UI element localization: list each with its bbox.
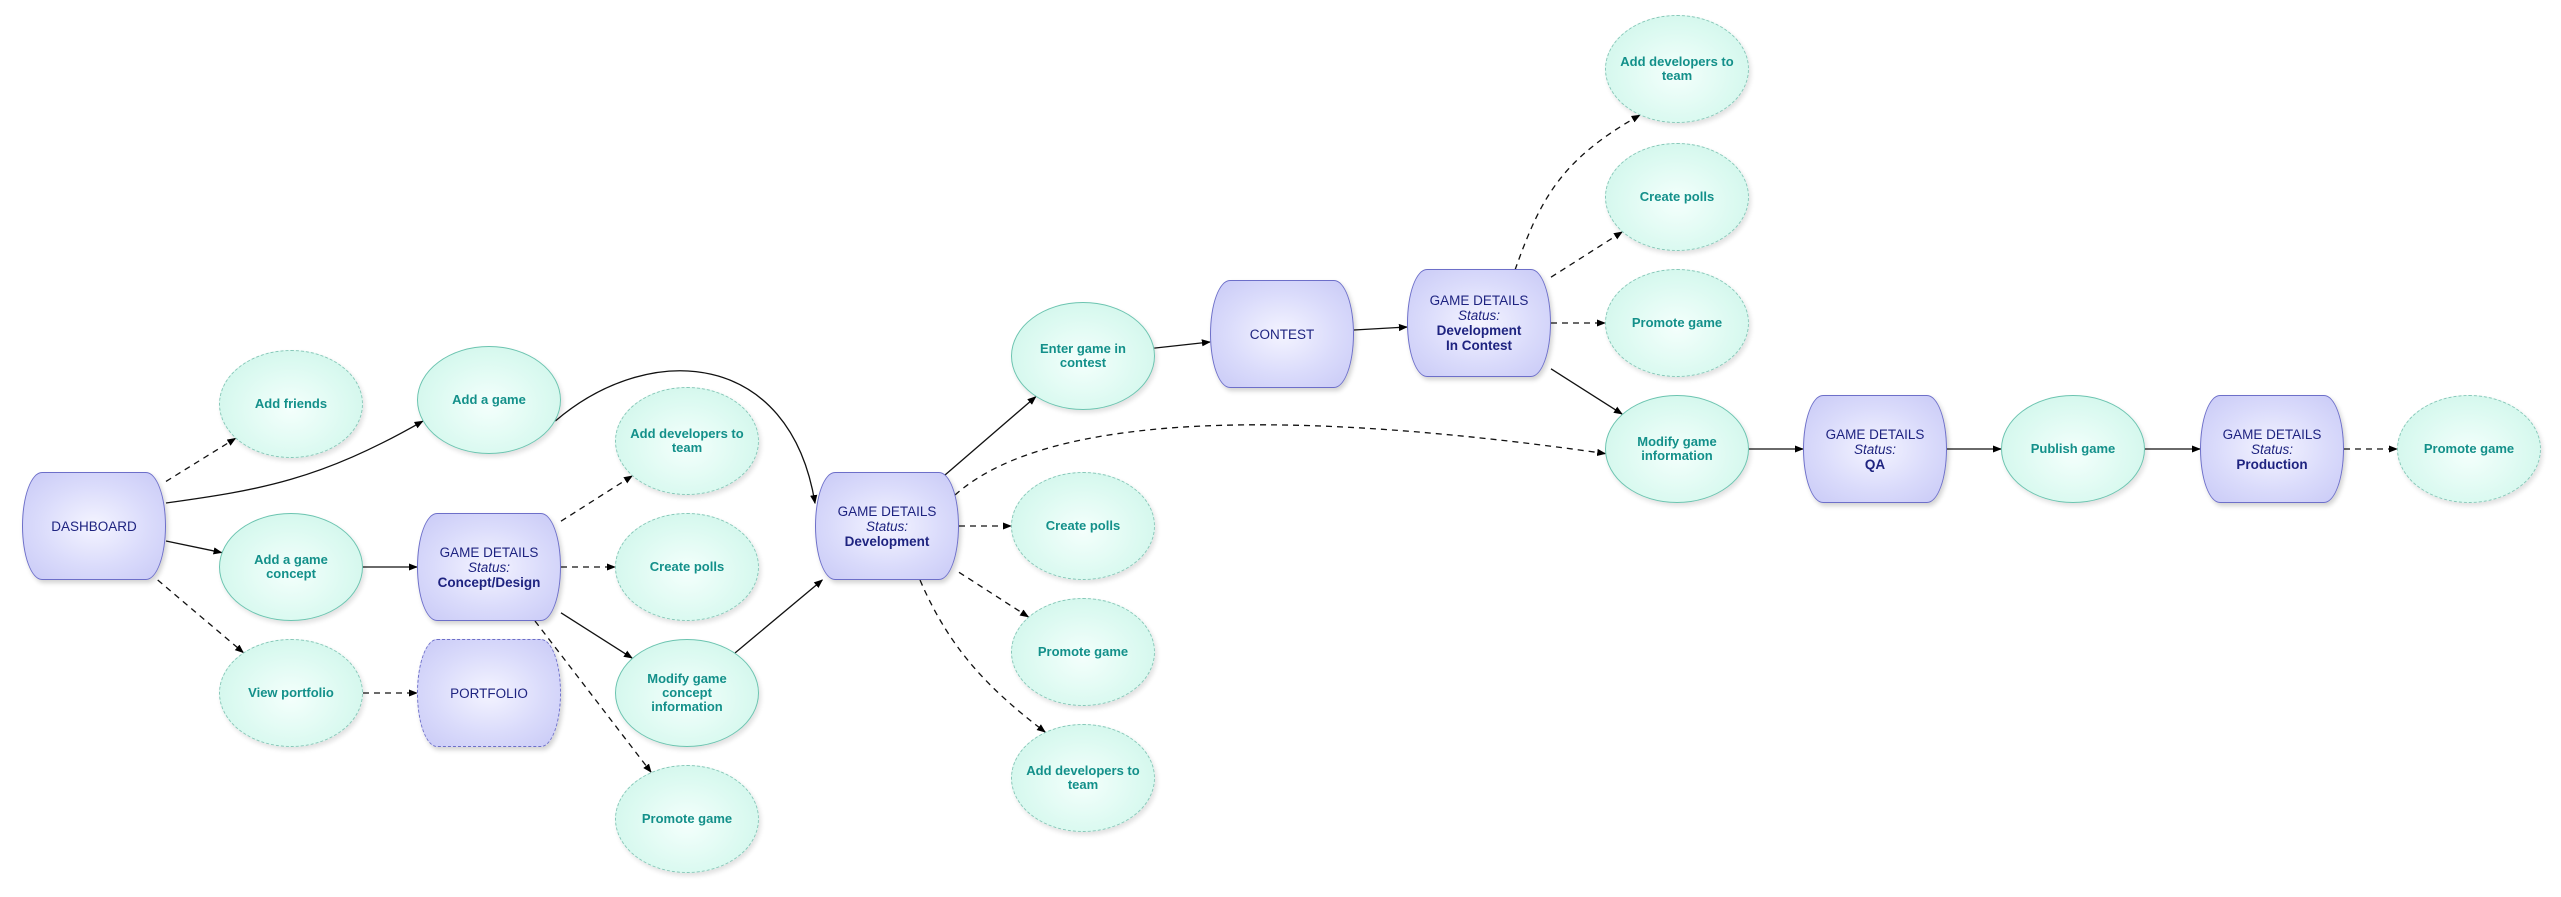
node-title: GAME DETAILS: [837, 503, 937, 519]
node-label: Add developers to team: [1026, 763, 1140, 792]
status-value: Production: [2236, 456, 2308, 472]
promote-game-action[interactable]: Promote game: [1011, 598, 1155, 706]
node-title: GAME DETAILS: [1825, 426, 1925, 442]
node-label: Modify game concept information: [647, 671, 727, 714]
edge-enter-contest-to-contest: [1154, 339, 1211, 349]
node-label: Add a game: [452, 392, 526, 407]
add-game-action[interactable]: Add a game: [417, 346, 561, 454]
create-polls-action[interactable]: Create polls: [1605, 143, 1749, 251]
node-label: Add friends: [254, 396, 328, 411]
status-value: Development: [844, 533, 930, 549]
node-label: Add a game concept: [254, 552, 328, 581]
status-label: Status:: [467, 559, 511, 575]
node-label: View portfolio: [248, 685, 334, 700]
node-label: Promote game: [641, 811, 733, 826]
dashboard-node[interactable]: DASHBOARD: [22, 472, 166, 580]
add-game-concept-action[interactable]: Add a game concept: [219, 513, 363, 621]
node-label: Publish game: [2030, 441, 2116, 456]
edge-gd-dev-contest-to-modify-info: [1550, 368, 1623, 415]
edge-gd-dev-to-enter-contest: [944, 396, 1037, 476]
add-friends-action[interactable]: Add friends: [219, 350, 363, 458]
node-label: Promote game: [2423, 441, 2515, 456]
node-label: Add developers to team: [630, 426, 744, 455]
contest-node[interactable]: CONTEST: [1210, 280, 1354, 388]
node-label: Add developers to team: [1620, 54, 1734, 83]
status-value: Concept/Design: [437, 574, 541, 590]
node-label: Create polls: [1045, 518, 1121, 533]
node-title: GAME DETAILS: [439, 544, 539, 560]
add-developers-action[interactable]: Add developers to team: [1011, 724, 1155, 832]
game-details-qa-node[interactable]: GAME DETAILS Status: QA: [1803, 395, 1947, 503]
node-label: Create polls: [649, 559, 725, 574]
status-value: QA: [1864, 456, 1886, 472]
enter-contest-action[interactable]: Enter game in contest: [1011, 302, 1155, 410]
status-label: Status:: [1457, 308, 1501, 323]
edge-gd-dev-contest-to-create-polls-3: [1550, 231, 1623, 278]
edge-gd-concept-to-add-devs-1: [560, 475, 633, 522]
publish-game-action[interactable]: Publish game: [2001, 395, 2145, 503]
node-label: Promote game: [1037, 644, 1129, 659]
edge-gd-concept-to-modify-concept: [560, 612, 633, 659]
promote-game-action[interactable]: Promote game: [2397, 395, 2541, 503]
node-label: CONTEST: [1249, 326, 1315, 342]
game-details-production-node[interactable]: GAME DETAILS Status: Production: [2200, 395, 2344, 503]
modify-game-info-action[interactable]: Modify game information: [1605, 395, 1749, 503]
node-title: GAME DETAILS: [1429, 293, 1529, 308]
status-label: Status:: [2250, 441, 2294, 457]
node-label: Enter game in contest: [1040, 341, 1126, 370]
modify-game-concept-action[interactable]: Modify game concept information: [615, 639, 759, 747]
game-details-dev-in-contest-node[interactable]: GAME DETAILS Status: Development In Cont…: [1407, 269, 1551, 377]
edge-contest-to-gd-dev-contest: [1353, 323, 1408, 332]
node-label: PORTFOLIO: [450, 685, 528, 701]
node-label: DASHBOARD: [51, 518, 137, 534]
add-developers-action[interactable]: Add developers to team: [1605, 15, 1749, 123]
create-polls-action[interactable]: Create polls: [1011, 472, 1155, 580]
edges-layer: [157, 114, 2398, 773]
node-label: Create polls: [1639, 189, 1715, 204]
promote-game-action[interactable]: Promote game: [615, 765, 759, 873]
promote-game-action[interactable]: Promote game: [1605, 269, 1749, 377]
game-details-concept-node[interactable]: GAME DETAILS Status: Concept/Design: [417, 513, 561, 621]
view-portfolio-action[interactable]: View portfolio: [219, 639, 363, 747]
status-value: Development: [1436, 323, 1522, 338]
edge-gd-dev-to-promote-2: [958, 571, 1030, 618]
portfolio-node[interactable]: PORTFOLIO: [417, 639, 561, 747]
game-details-development-node[interactable]: GAME DETAILS Status: Development: [815, 472, 959, 580]
status-label: Status:: [865, 518, 909, 534]
status-value-line2: In Contest: [1446, 338, 1512, 353]
add-developers-action[interactable]: Add developers to team: [615, 387, 759, 495]
node-label: Modify game information: [1637, 434, 1717, 463]
edge-dashboard-to-add-concept: [165, 540, 223, 555]
node-title: GAME DETAILS: [2222, 426, 2322, 442]
status-label: Status:: [1853, 441, 1897, 457]
edge-dashboard-to-add-friends: [165, 437, 237, 482]
create-polls-action[interactable]: Create polls: [615, 513, 759, 621]
node-label: Promote game: [1631, 315, 1723, 330]
